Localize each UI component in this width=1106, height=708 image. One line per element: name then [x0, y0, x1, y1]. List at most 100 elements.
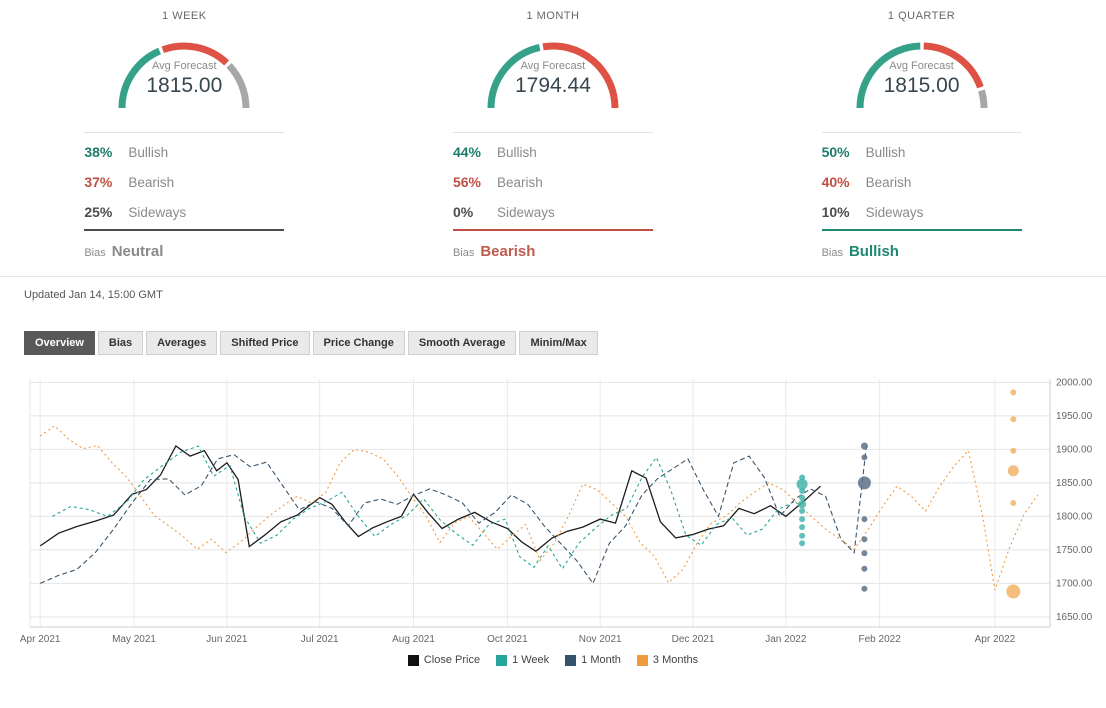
- updated-timestamp: Updated Jan 14, 15:00 GMT: [0, 277, 1106, 301]
- sideways-row: 25% Sideways: [84, 197, 284, 227]
- sideways-percent: 10%: [822, 204, 866, 220]
- svg-text:1950.00: 1950.00: [1056, 411, 1093, 422]
- bullish-percent: 44%: [453, 144, 497, 160]
- bullish-row: 50% Bullish: [822, 137, 1022, 167]
- svg-text:Apr 2022: Apr 2022: [975, 634, 1016, 645]
- sideways-label: Sideways: [866, 205, 924, 220]
- svg-text:1750.00: 1750.00: [1056, 545, 1093, 556]
- bullish-row: 44% Bullish: [453, 137, 653, 167]
- svg-text:1800.00: 1800.00: [1056, 511, 1093, 522]
- svg-text:Jan 2022: Jan 2022: [765, 634, 807, 645]
- panel-divider: [822, 132, 1022, 133]
- svg-text:2000.00: 2000.00: [1056, 377, 1093, 388]
- avg-forecast-label: Avg Forecast: [109, 60, 259, 72]
- sentiment-rows: 44% Bullish 56% Bearish 0% Sideways: [453, 137, 653, 227]
- sideways-percent: 25%: [84, 204, 128, 220]
- avg-forecast-value: 1794.44: [478, 74, 628, 98]
- panel-divider: [453, 132, 653, 133]
- tab-minim-max[interactable]: Minim/Max: [519, 331, 597, 355]
- bias-row: Bias Bearish: [453, 243, 653, 260]
- panel-period-title: 1 QUARTER: [888, 10, 955, 22]
- bias-value: Bullish: [849, 243, 899, 260]
- forecast-panels: 1 WEEK Avg Forecast 1815.00 38% Bullish …: [0, 0, 1106, 260]
- legend-label: 1 Month: [581, 654, 621, 666]
- svg-text:Nov 2021: Nov 2021: [579, 634, 622, 645]
- three-months-swatch: [637, 655, 648, 666]
- bias-value: Bearish: [480, 243, 535, 260]
- svg-text:May 2021: May 2021: [112, 634, 156, 645]
- bullish-percent: 50%: [822, 144, 866, 160]
- legend-label: Close Price: [424, 654, 480, 666]
- sideways-percent: 0%: [453, 204, 497, 220]
- one-week-swatch: [496, 655, 507, 666]
- bias-underline: [822, 229, 1022, 231]
- tab-overview[interactable]: Overview: [24, 331, 95, 355]
- bearish-row: 40% Bearish: [822, 167, 1022, 197]
- panel-period-title: 1 WEEK: [162, 10, 207, 22]
- forecast-panel-1-week: 1 WEEK Avg Forecast 1815.00 38% Bullish …: [0, 8, 369, 260]
- svg-text:Apr 2021: Apr 2021: [20, 634, 61, 645]
- legend-3-months[interactable]: 3 Months: [637, 654, 698, 666]
- bearish-percent: 40%: [822, 174, 866, 190]
- forecast-panel-1-quarter: 1 QUARTER Avg Forecast 1815.00 50% Bulli…: [737, 8, 1106, 260]
- panel-period-title: 1 MONTH: [526, 10, 579, 22]
- bearish-label: Bearish: [866, 175, 912, 190]
- gauge-arc: [847, 28, 997, 116]
- svg-text:Jun 2021: Jun 2021: [206, 634, 248, 645]
- sideways-row: 0% Sideways: [453, 197, 653, 227]
- tab-shifted-price[interactable]: Shifted Price: [220, 331, 309, 355]
- bullish-label: Bullish: [866, 145, 906, 160]
- legend-label: 3 Months: [653, 654, 698, 666]
- svg-text:Jul 2021: Jul 2021: [301, 634, 339, 645]
- svg-text:1650.00: 1650.00: [1056, 612, 1093, 623]
- panel-divider: [84, 132, 284, 133]
- svg-text:1900.00: 1900.00: [1056, 444, 1093, 455]
- bias-row: Bias Neutral: [84, 243, 284, 260]
- bullish-label: Bullish: [128, 145, 168, 160]
- gauge-arc: [109, 28, 259, 116]
- bearish-percent: 37%: [84, 174, 128, 190]
- legend-close-price[interactable]: Close Price: [408, 654, 480, 666]
- close-price-swatch: [408, 655, 419, 666]
- bearish-label: Bearish: [128, 175, 174, 190]
- avg-forecast-value: 1815.00: [847, 74, 997, 98]
- avg-forecast-label: Avg Forecast: [847, 60, 997, 72]
- bias-label: Bias: [84, 247, 105, 259]
- gauge-arc: [478, 28, 628, 116]
- bearish-row: 37% Bearish: [84, 167, 284, 197]
- tab-bias[interactable]: Bias: [98, 331, 143, 355]
- avg-forecast-value: 1815.00: [109, 74, 259, 98]
- bullish-percent: 38%: [84, 144, 128, 160]
- forecast-chart: 2000.00 1950.00 1900.00 1850.00 1800.00 1750.…: [0, 365, 1106, 649]
- forecast-gauge: Avg Forecast 1794.44: [478, 28, 628, 116]
- svg-text:Dec 2021: Dec 2021: [672, 634, 715, 645]
- tab-smooth-average[interactable]: Smooth Average: [408, 331, 517, 355]
- svg-text:Aug 2021: Aug 2021: [392, 634, 435, 645]
- bias-label: Bias: [822, 247, 843, 259]
- forecast-gauge: Avg Forecast 1815.00: [109, 28, 259, 116]
- tab-price-change[interactable]: Price Change: [313, 331, 405, 355]
- bearish-label: Bearish: [497, 175, 543, 190]
- legend-1-week[interactable]: 1 Week: [496, 654, 549, 666]
- bias-underline: [453, 229, 653, 231]
- svg-text:1850.00: 1850.00: [1056, 478, 1093, 489]
- bearish-percent: 56%: [453, 174, 497, 190]
- tab-averages[interactable]: Averages: [146, 331, 217, 355]
- chart-area: 2000.00 1950.00 1900.00 1850.00 1800.00 1750.…: [0, 365, 1106, 666]
- bullish-label: Bullish: [497, 145, 537, 160]
- bias-underline: [84, 229, 284, 231]
- chart-legend: Close Price 1 Week 1 Month 3 Months: [0, 654, 1106, 666]
- forecast-panel-1-month: 1 MONTH Avg Forecast 1794.44 44% Bullish…: [369, 8, 738, 260]
- avg-forecast-label: Avg Forecast: [478, 60, 628, 72]
- sideways-row: 10% Sideways: [822, 197, 1022, 227]
- sentiment-rows: 50% Bullish 40% Bearish 10% Sideways: [822, 137, 1022, 227]
- svg-text:Feb 2022: Feb 2022: [859, 634, 902, 645]
- sideways-label: Sideways: [128, 205, 186, 220]
- bullish-row: 38% Bullish: [84, 137, 284, 167]
- legend-label: 1 Week: [512, 654, 549, 666]
- chart-tabs: Overview Bias Averages Shifted Price Pri…: [24, 331, 1106, 355]
- forecast-gauge: Avg Forecast 1815.00: [847, 28, 997, 116]
- legend-1-month[interactable]: 1 Month: [565, 654, 621, 666]
- sentiment-rows: 38% Bullish 37% Bearish 25% Sideways: [84, 137, 284, 227]
- sideways-label: Sideways: [497, 205, 555, 220]
